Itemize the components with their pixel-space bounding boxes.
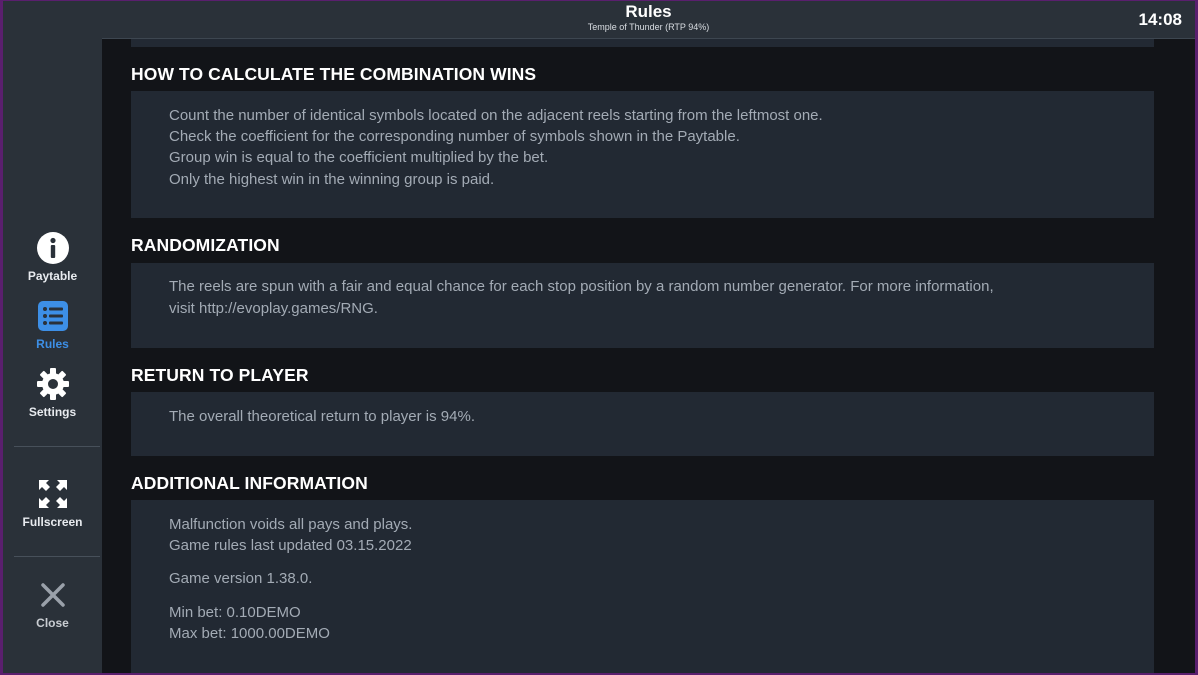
sidebar: Paytable Rules Settings Fullscreen Close <box>3 1 102 673</box>
sidebar-item-label: Fullscreen <box>22 515 83 529</box>
sidebar-item-paytable[interactable]: Paytable <box>3 231 102 283</box>
section-title: HOW TO CALCULATE THE COMBINATION WINS <box>131 64 537 84</box>
rule-line: Game rules last updated 03.15.2022 <box>169 537 412 554</box>
rule-line: Only the highest win in the winning grou… <box>169 171 495 188</box>
rule-line: The reels are spun with a fair and equal… <box>169 278 994 295</box>
sidebar-item-settings[interactable]: Settings <box>3 367 102 419</box>
clock: 14:08 <box>1138 10 1182 29</box>
rule-line: Game version 1.38.0. <box>169 570 313 587</box>
rule-line: Check the coefficient for the correspond… <box>169 128 740 145</box>
sidebar-item-label: Settings <box>28 405 77 419</box>
previous-section-box <box>131 39 1154 47</box>
close-icon <box>40 583 65 607</box>
rule-line: Group win is equal to the coefficient mu… <box>169 149 549 166</box>
rule-line: visit http://evoplay.games/RNG. <box>169 300 378 317</box>
page-title: Rules <box>625 2 672 21</box>
rule-line: Max bet: 1000.00DEMO <box>169 625 330 642</box>
header: Rules Temple of Thunder (RTP 94%) 14:08 <box>102 1 1195 39</box>
section-box-combination-wins: Count the number of identical symbols lo… <box>131 91 1154 218</box>
sidebar-divider <box>14 446 100 447</box>
rules-content[interactable]: HOW TO CALCULATE THE COMBINATION WINS Co… <box>131 39 1154 673</box>
rule-line: Min bet: 0.10DEMO <box>169 604 301 621</box>
rule-line: Malfunction voids all pays and plays. <box>169 516 413 533</box>
section-title: ADDITIONAL INFORMATION <box>131 473 368 493</box>
list-icon <box>37 301 68 331</box>
sidebar-item-label: Paytable <box>27 269 78 283</box>
sidebar-item-rules[interactable]: Rules <box>3 299 102 351</box>
sidebar-item-label: Close <box>36 616 69 630</box>
sidebar-item-close[interactable]: Close <box>3 578 102 630</box>
gear-icon <box>36 368 69 400</box>
section-box-randomization: The reels are spun with a fair and equal… <box>131 263 1154 348</box>
sidebar-divider <box>14 556 100 557</box>
info-icon <box>36 232 69 264</box>
rule-line: The overall theoretical return to player… <box>169 408 475 425</box>
section-box-rtp: The overall theoretical return to player… <box>131 392 1154 456</box>
section-title: RANDOMIZATION <box>131 235 280 255</box>
rule-line: Count the number of identical symbols lo… <box>169 107 823 124</box>
section-box-additional: Malfunction voids all pays and plays. Ga… <box>131 500 1154 673</box>
sidebar-item-label: Rules <box>36 337 69 351</box>
rules-window: Paytable Rules Settings Fullscreen Close… <box>3 1 1195 673</box>
section-title: RETURN TO PLAYER <box>131 365 309 385</box>
fullscreen-icon <box>38 480 67 508</box>
game-subtitle: Temple of Thunder (RTP 94%) <box>587 22 710 32</box>
sidebar-item-fullscreen[interactable]: Fullscreen <box>3 477 102 529</box>
